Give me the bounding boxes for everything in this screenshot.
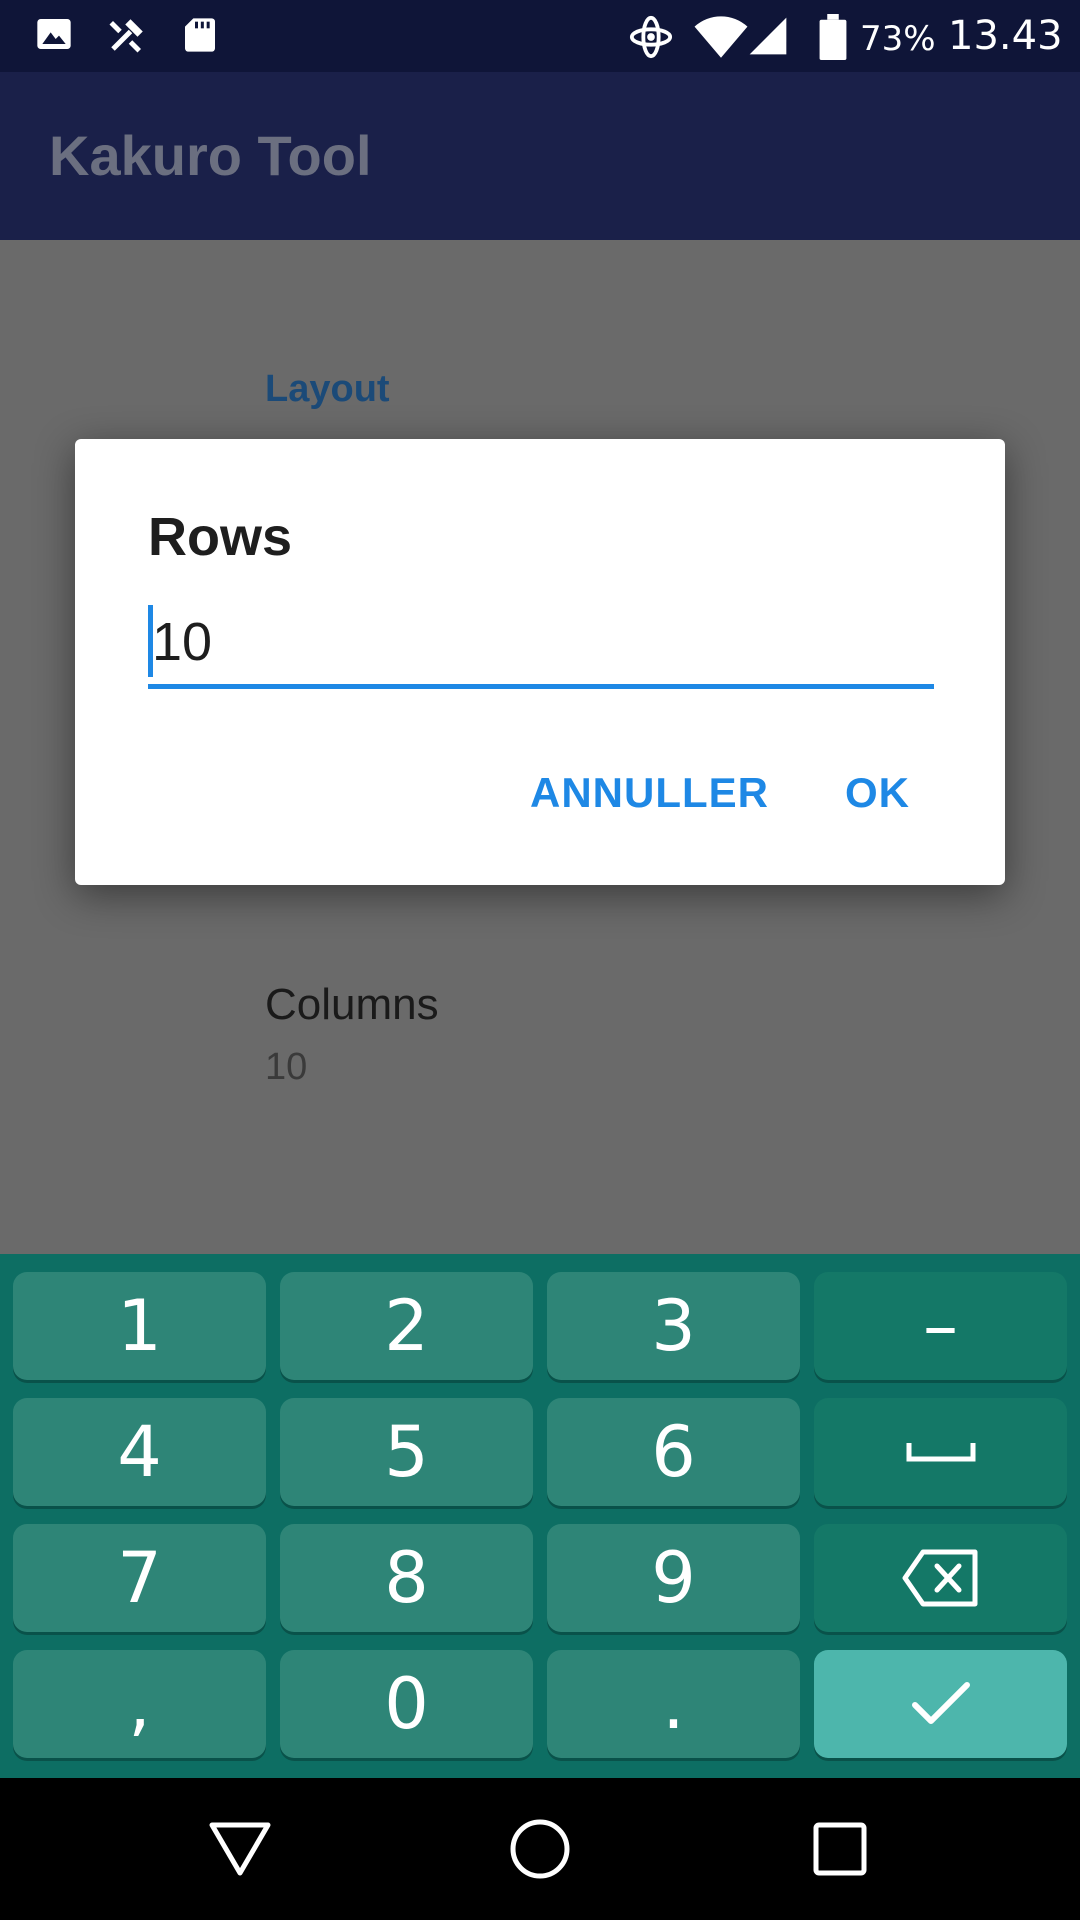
key-9[interactable]: 9 (547, 1524, 800, 1632)
key-backspace[interactable] (814, 1524, 1067, 1632)
pref-columns-summary: 10 (265, 1046, 308, 1088)
key-minus[interactable]: – (814, 1272, 1067, 1380)
recents-button[interactable] (805, 1814, 875, 1884)
checkmark-icon (911, 1682, 970, 1724)
key-7[interactable]: 7 (13, 1524, 266, 1632)
sd-card-icon (185, 18, 215, 52)
key-8[interactable]: 8 (280, 1524, 533, 1632)
space-icon (906, 1443, 975, 1462)
navigation-bar (0, 1778, 1080, 1920)
status-bar: 73% 13.43 (0, 0, 1080, 72)
key-4[interactable]: 4 (13, 1398, 266, 1506)
app-title: Kakuro Tool (49, 124, 372, 187)
key-1[interactable]: 1 (13, 1272, 266, 1380)
key-space[interactable] (814, 1398, 1067, 1506)
back-button[interactable] (205, 1814, 275, 1884)
key-0[interactable]: 0 (280, 1650, 533, 1758)
ok-button[interactable]: OK (845, 769, 910, 817)
numeric-keyboard: 1 2 3 – 4 5 6 7 8 9 , 0 . (0, 1254, 1080, 1778)
key-5[interactable]: 5 (280, 1398, 533, 1506)
key-comma[interactable]: , (13, 1650, 266, 1758)
cancel-button[interactable]: ANNULLER (530, 769, 769, 817)
app-bar: Kakuro Tool (0, 72, 1080, 240)
home-button[interactable] (505, 1814, 575, 1884)
key-period[interactable]: . (547, 1650, 800, 1758)
recents-icon (813, 1822, 867, 1876)
wifi-icon (694, 16, 748, 58)
tools-icon (109, 19, 143, 53)
dialog-title: Rows (148, 507, 293, 567)
key-3[interactable]: 3 (547, 1272, 800, 1380)
battery-percent: 73% (860, 19, 936, 59)
rows-input[interactable] (148, 599, 934, 689)
home-icon (510, 1819, 570, 1879)
rows-dialog: Rows ANNULLER OK (75, 439, 1005, 885)
signal-icon (749, 17, 787, 55)
backspace-icon (902, 1549, 977, 1607)
key-2[interactable]: 2 (280, 1272, 533, 1380)
key-enter[interactable] (814, 1650, 1067, 1758)
image-icon (37, 19, 71, 49)
sync-icon (629, 15, 673, 59)
battery-icon (819, 14, 847, 60)
back-icon (209, 1822, 271, 1876)
text-cursor (148, 605, 153, 677)
pref-columns-title: Columns (265, 980, 439, 1029)
key-6[interactable]: 6 (547, 1398, 800, 1506)
section-header-layout: Layout (265, 368, 390, 410)
clock: 13.43 (948, 13, 1063, 59)
